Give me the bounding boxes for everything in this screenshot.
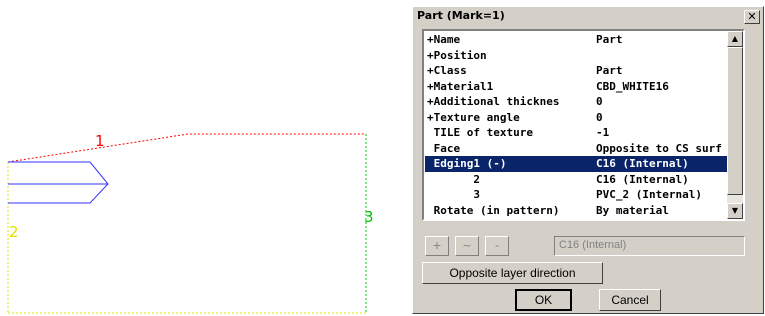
property-value: Opposite to CS surf: [596, 141, 722, 155]
property-key: Face: [427, 141, 461, 155]
property-key: Edging1 (-): [427, 157, 507, 170]
property-value: CBD_WHITE16: [596, 79, 669, 93]
close-icon[interactable]: ✕: [744, 10, 760, 24]
property-key: 2: [427, 172, 480, 186]
property-row[interactable]: +Position: [425, 48, 729, 64]
cancel-button[interactable]: Cancel: [599, 289, 661, 311]
ok-button[interactable]: OK: [515, 289, 572, 311]
value-field[interactable]: C16 (Internal): [554, 236, 745, 256]
property-row[interactable]: 3 PVC_2 (Internal): [425, 187, 729, 203]
property-value: C16 (Internal): [596, 172, 689, 186]
property-key: TILE of texture: [427, 126, 533, 139]
edge-1: [7, 133, 366, 163]
edge-label-1: 1: [95, 132, 105, 150]
property-value: -1: [596, 126, 610, 139]
dialog-title: Part (Mark=1): [417, 9, 505, 22]
add-button[interactable]: +: [425, 236, 449, 256]
blade-shape: [8, 161, 109, 204]
tilde-button[interactable]: ~: [455, 236, 479, 256]
edge-label-2: 2: [9, 223, 19, 241]
remove-button[interactable]: -: [485, 236, 509, 256]
edge-label-3: 3: [364, 208, 374, 226]
property-row[interactable]: Rotate (in pattern) By material: [425, 203, 729, 219]
property-key: +Position: [427, 48, 487, 62]
part-properties-dialog: Part (Mark=1) ✕ +Name Part +Position +Class…: [412, 6, 764, 314]
property-key: +Texture angle: [427, 110, 520, 124]
property-value: C16 (Internal): [596, 157, 689, 170]
property-row[interactable]: 2 C16 (Internal): [425, 172, 729, 188]
property-value: 0: [596, 95, 603, 108]
property-key: +Class: [427, 64, 467, 77]
property-row[interactable]: Face Opposite to CS surf: [425, 141, 729, 157]
drawing-canvas[interactable]: 1 2 3: [0, 0, 410, 316]
property-key: Rotate (in pattern): [427, 203, 560, 217]
property-row[interactable]: TILE of texture -1: [425, 125, 729, 141]
property-value: Part: [596, 33, 623, 46]
property-row[interactable]: +Material1 CBD_WHITE16: [425, 79, 729, 95]
property-row[interactable]: +Name Part: [425, 32, 729, 48]
title-bar[interactable]: Part (Mark=1) ✕: [414, 8, 762, 26]
property-row[interactable]: +Class Part: [425, 63, 729, 79]
scroll-thumb[interactable]: [727, 47, 743, 195]
property-row[interactable]: +Additional thicknes 0: [425, 94, 729, 110]
opposite-layer-direction-button[interactable]: Opposite layer direction: [422, 262, 603, 284]
scrollbar[interactable]: ▲ ▼: [727, 31, 743, 219]
property-key: 3: [427, 188, 480, 201]
property-key: +Name: [427, 33, 461, 46]
property-key: +Additional thicknes: [427, 95, 560, 108]
scroll-down-icon[interactable]: ▼: [727, 203, 743, 219]
property-value: By material: [596, 203, 669, 217]
property-key: +Material1: [427, 79, 494, 93]
property-list[interactable]: +Name Part +Position +Class Part +Material1 CB…: [422, 29, 745, 221]
property-value: Part: [596, 64, 623, 77]
scroll-up-icon[interactable]: ▲: [727, 31, 743, 47]
property-value: 0: [596, 110, 603, 124]
property-value: PVC_2 (Internal): [596, 188, 702, 201]
property-row[interactable]: Edging1 (-) C16 (Internal): [425, 156, 729, 172]
property-row[interactable]: +Texture angle 0: [425, 110, 729, 126]
